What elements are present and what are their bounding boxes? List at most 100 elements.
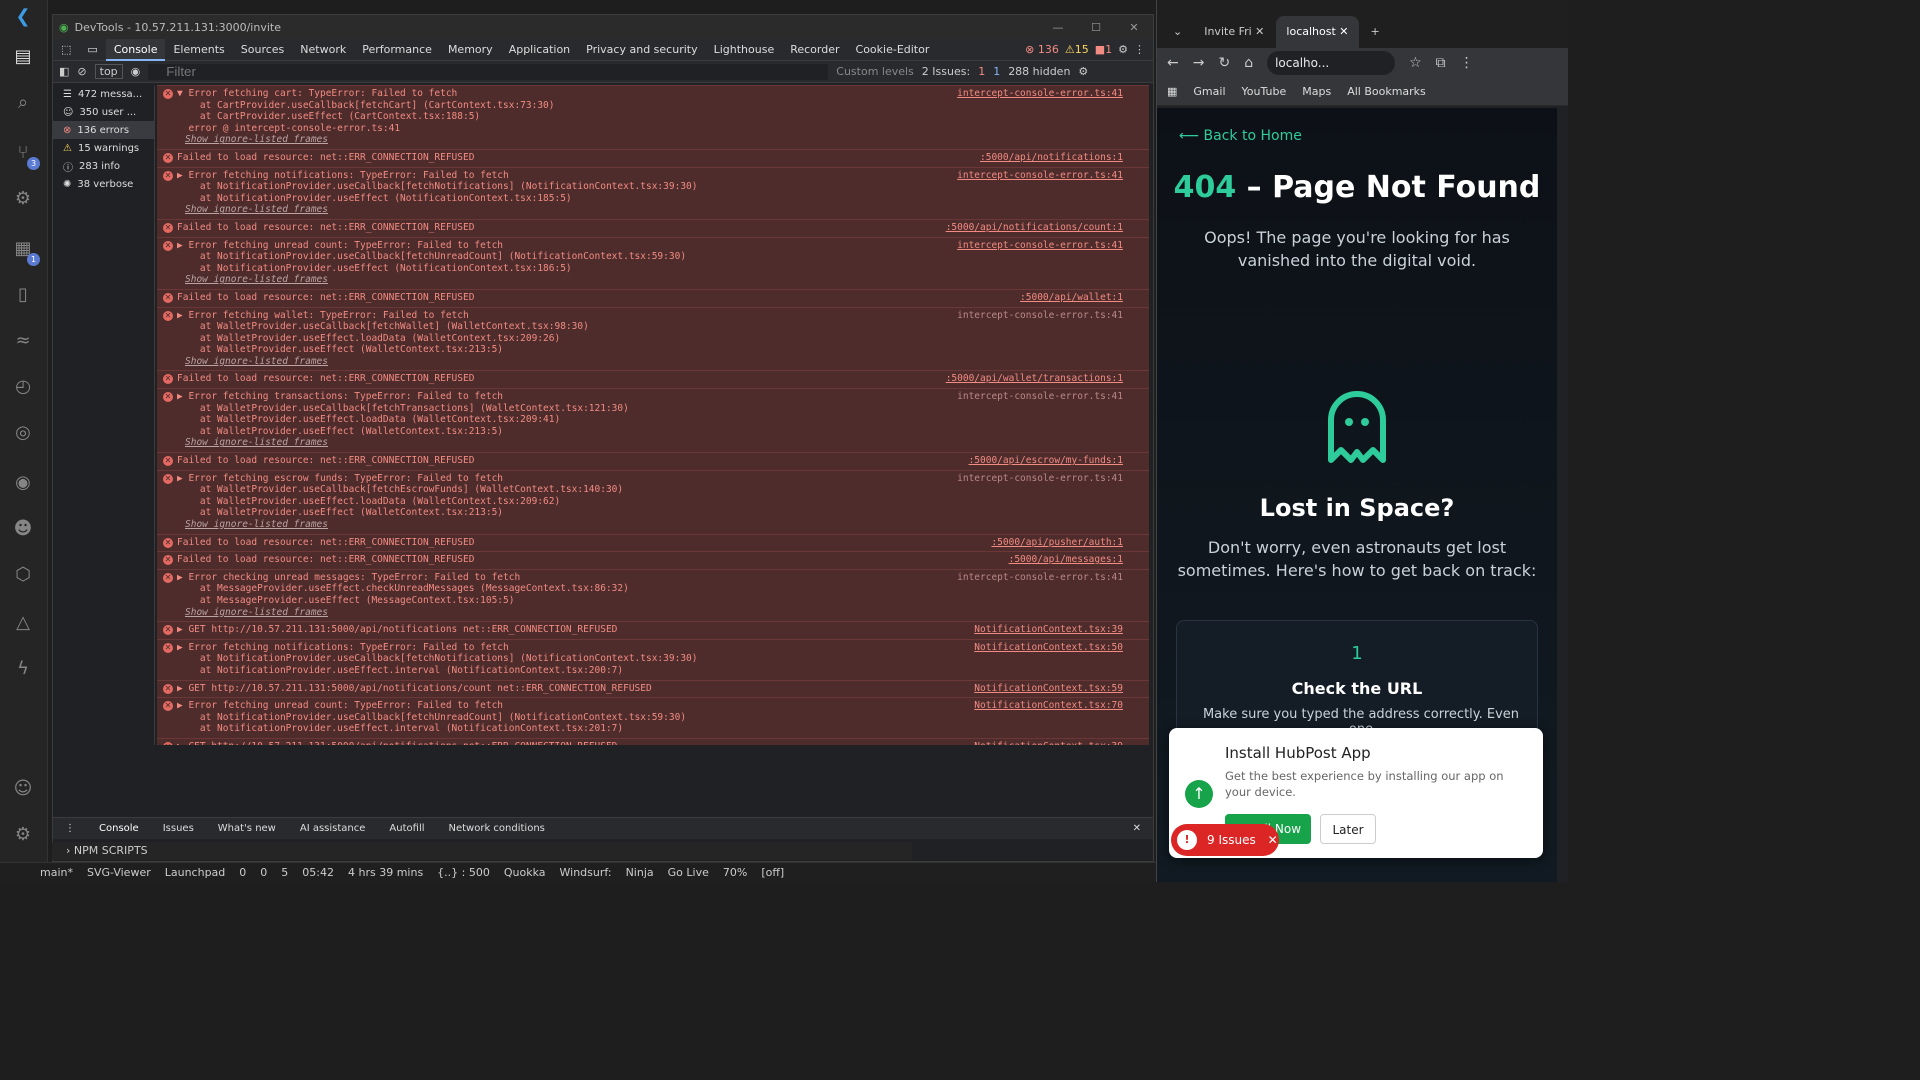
- sidebar-toggle-icon[interactable]: ◧: [59, 65, 69, 78]
- tab-network[interactable]: Network: [292, 39, 354, 61]
- svg-viewer-status[interactable]: SVG-Viewer: [87, 866, 151, 879]
- ninja-status[interactable]: Ninja: [626, 866, 654, 879]
- npm-scripts-panel[interactable]: › NPM SCRIPTS: [52, 842, 912, 860]
- console-error-row[interactable]: ✕ Failed to load resource: net::ERR_CONNE…: [157, 148, 1149, 167]
- source-link[interactable]: :5000/api/wallet:1: [1020, 292, 1123, 304]
- new-tab-icon[interactable]: +: [1361, 16, 1390, 48]
- error-message[interactable]: ▶ Error fetching wallet: TypeError: Fail…: [177, 310, 1009, 322]
- tab-recorder[interactable]: Recorder: [782, 39, 847, 61]
- windsurf-status[interactable]: Windsurf:: [560, 866, 612, 879]
- console-settings-icon[interactable]: ⚙: [1078, 65, 1088, 78]
- source-link[interactable]: :5000/api/escrow/my-funds:1: [969, 455, 1123, 467]
- more-icon[interactable]: ⋮: [1134, 43, 1145, 56]
- later-button[interactable]: Later: [1320, 814, 1376, 844]
- source-link[interactable]: intercept-console-error.ts:41: [957, 88, 1123, 100]
- settings-icon[interactable]: ⚙: [1118, 43, 1128, 56]
- filter-input[interactable]: [148, 63, 829, 80]
- explorer-icon[interactable]: ▤: [10, 44, 36, 70]
- error-message[interactable]: Failed to load resource: net::ERR_CONNEC…: [177, 222, 1009, 234]
- source-link[interactable]: :5000/api/notifications/count:1: [946, 222, 1123, 234]
- levels-select[interactable]: Custom levels: [836, 65, 914, 78]
- azure-icon[interactable]: △: [10, 610, 36, 636]
- tab-sources[interactable]: Sources: [233, 39, 293, 61]
- show-ignore-listed-frames-link[interactable]: Show ignore-listed frames: [177, 204, 1009, 216]
- source-link[interactable]: :5000/api/pusher/auth:1: [991, 537, 1123, 549]
- error-message[interactable]: ▶ GET http://10.57.211.131:5000/api/noti…: [177, 624, 1009, 636]
- search-icon[interactable]: ⌕: [10, 90, 36, 116]
- error-count-badge[interactable]: ⊗ 136: [1025, 43, 1059, 56]
- sidebar-item-info[interactable]: ⓘ 283 info: [53, 157, 154, 175]
- port-status[interactable]: {..} : 500: [437, 866, 490, 879]
- issue-count-badge[interactable]: ■1: [1095, 43, 1112, 56]
- source-link[interactable]: :5000/api/messages:1: [1009, 554, 1123, 566]
- bookmark-all[interactable]: All Bookmarks: [1347, 85, 1426, 98]
- error-message[interactable]: Failed to load resource: net::ERR_CONNEC…: [177, 554, 1009, 566]
- error-message[interactable]: ▶ Error fetching notifications: TypeErro…: [177, 642, 1009, 654]
- tab-console[interactable]: Console: [105, 38, 166, 61]
- bookmark-maps[interactable]: Maps: [1302, 85, 1331, 98]
- tab-lighthouse[interactable]: Lighthouse: [706, 39, 783, 61]
- copilot-icon[interactable]: ◉: [10, 470, 36, 496]
- tab-application[interactable]: Application: [501, 39, 578, 61]
- source-link[interactable]: intercept-console-error.ts:41: [957, 240, 1123, 252]
- problems-errors[interactable]: 0: [239, 866, 246, 879]
- error-message[interactable]: Failed to load resource: net::ERR_CONNEC…: [177, 152, 1009, 164]
- timeline-icon[interactable]: ◴: [10, 374, 36, 400]
- remote-icon[interactable]: ▯: [10, 282, 36, 308]
- console-error-row[interactable]: ✕ Failed to load resource: net::ERR_CONNE…: [157, 370, 1149, 389]
- source-link[interactable]: :5000/api/wallet/transactions:1: [946, 373, 1123, 385]
- launchpad-status[interactable]: Launchpad: [165, 866, 226, 879]
- console-error-row[interactable]: ✕ Failed to load resource: net::ERR_CONNE…: [157, 288, 1149, 307]
- issues-close-icon[interactable]: ✕: [1268, 833, 1278, 847]
- home-icon[interactable]: ⌂: [1244, 55, 1253, 71]
- console-error-row[interactable]: ✕ Failed to load resource: net::ERR_CONNE…: [157, 218, 1149, 237]
- maximize-icon[interactable]: ☐: [1077, 21, 1115, 34]
- show-ignore-listed-frames-link[interactable]: Show ignore-listed frames: [177, 134, 1009, 146]
- console-error-row[interactable]: ✕ ▶ Error checking unread messages: TypeE…: [157, 568, 1149, 622]
- ninja-icon[interactable]: ☻: [10, 516, 36, 542]
- console-error-row[interactable]: ✕ Failed to load resource: net::ERR_CONNE…: [157, 452, 1149, 470]
- star-icon[interactable]: ☆: [1409, 55, 1422, 71]
- error-message[interactable]: Failed to load resource: net::ERR_CONNEC…: [177, 537, 1009, 549]
- drawer-tab-network-conditions[interactable]: Network conditions: [437, 823, 557, 834]
- source-link[interactable]: NotificationContext.tsx:39: [974, 741, 1123, 745]
- error-message[interactable]: ▶ Error fetching unread count: TypeError…: [177, 700, 1009, 712]
- extensions-icon[interactable]: ⧉: [1436, 55, 1446, 71]
- show-ignore-listed-frames-link[interactable]: Show ignore-listed frames: [177, 437, 1009, 449]
- show-ignore-listed-frames-link[interactable]: Show ignore-listed frames: [177, 274, 1009, 286]
- tab-cookie-editor[interactable]: Cookie-Editor: [848, 39, 938, 61]
- inspect-icon[interactable]: ⬚: [53, 39, 79, 61]
- close-icon[interactable]: ✕: [1115, 21, 1153, 34]
- windsurf-icon[interactable]: ≈: [10, 328, 36, 354]
- console-error-row[interactable]: ✕ ▶ GET http://10.57.211.131:5000/api/not…: [157, 737, 1149, 745]
- source-link[interactable]: NotificationContext.tsx:59: [974, 683, 1123, 695]
- package-icon[interactable]: ⬡: [10, 562, 36, 588]
- debug-icon[interactable]: ⚙: [10, 186, 36, 212]
- console-error-row[interactable]: ✕ Failed to load resource: net::ERR_CONNE…: [157, 551, 1149, 569]
- menu-icon[interactable]: ⋮: [1460, 55, 1474, 71]
- error-message[interactable]: ▶ Error fetching notifications: TypeErro…: [177, 170, 1009, 182]
- sidebar-item-errors[interactable]: ⊗ 136 errors: [53, 121, 154, 139]
- error-message[interactable]: ▼ Error fetching cart: TypeError: Failed…: [177, 88, 1009, 100]
- drawer-menu-icon[interactable]: ⋮: [53, 823, 87, 834]
- drawer-tab-whats-new[interactable]: What's new: [206, 823, 288, 834]
- back-to-home-link[interactable]: ⟵ Back to Home: [1179, 128, 1302, 144]
- bookmark-youtube[interactable]: YouTube: [1242, 85, 1287, 98]
- browser-tab-invite[interactable]: Invite Fri ✕: [1194, 16, 1274, 48]
- bookmark-gmail[interactable]: Gmail: [1193, 85, 1225, 98]
- error-message[interactable]: Failed to load resource: net::ERR_CONNEC…: [177, 292, 1009, 304]
- browser-tab-localhost[interactable]: localhost ✕: [1276, 16, 1359, 48]
- back-icon[interactable]: ←: [1167, 55, 1179, 71]
- manage-gear-icon[interactable]: ⚙: [10, 822, 36, 848]
- sidebar-item-messages[interactable]: ☰ 472 messa...: [53, 85, 154, 103]
- minimize-icon[interactable]: —: [1039, 21, 1077, 34]
- source-control-icon[interactable]: ⑂ 3: [10, 140, 40, 170]
- reload-icon[interactable]: ↻: [1218, 55, 1230, 71]
- clear-console-icon[interactable]: ⊘: [77, 65, 86, 78]
- error-message[interactable]: Failed to load resource: net::ERR_CONNEC…: [177, 373, 1009, 385]
- sidebar-item-verbose[interactable]: ✺ 38 verbose: [53, 175, 154, 193]
- apps-icon[interactable]: ▦: [1167, 85, 1177, 98]
- tab-performance[interactable]: Performance: [354, 39, 440, 61]
- sidebar-item-warnings[interactable]: ⚠ 15 warnings: [53, 139, 154, 157]
- console-error-row[interactable]: ✕ Failed to load resource: net::ERR_CONNE…: [157, 533, 1149, 552]
